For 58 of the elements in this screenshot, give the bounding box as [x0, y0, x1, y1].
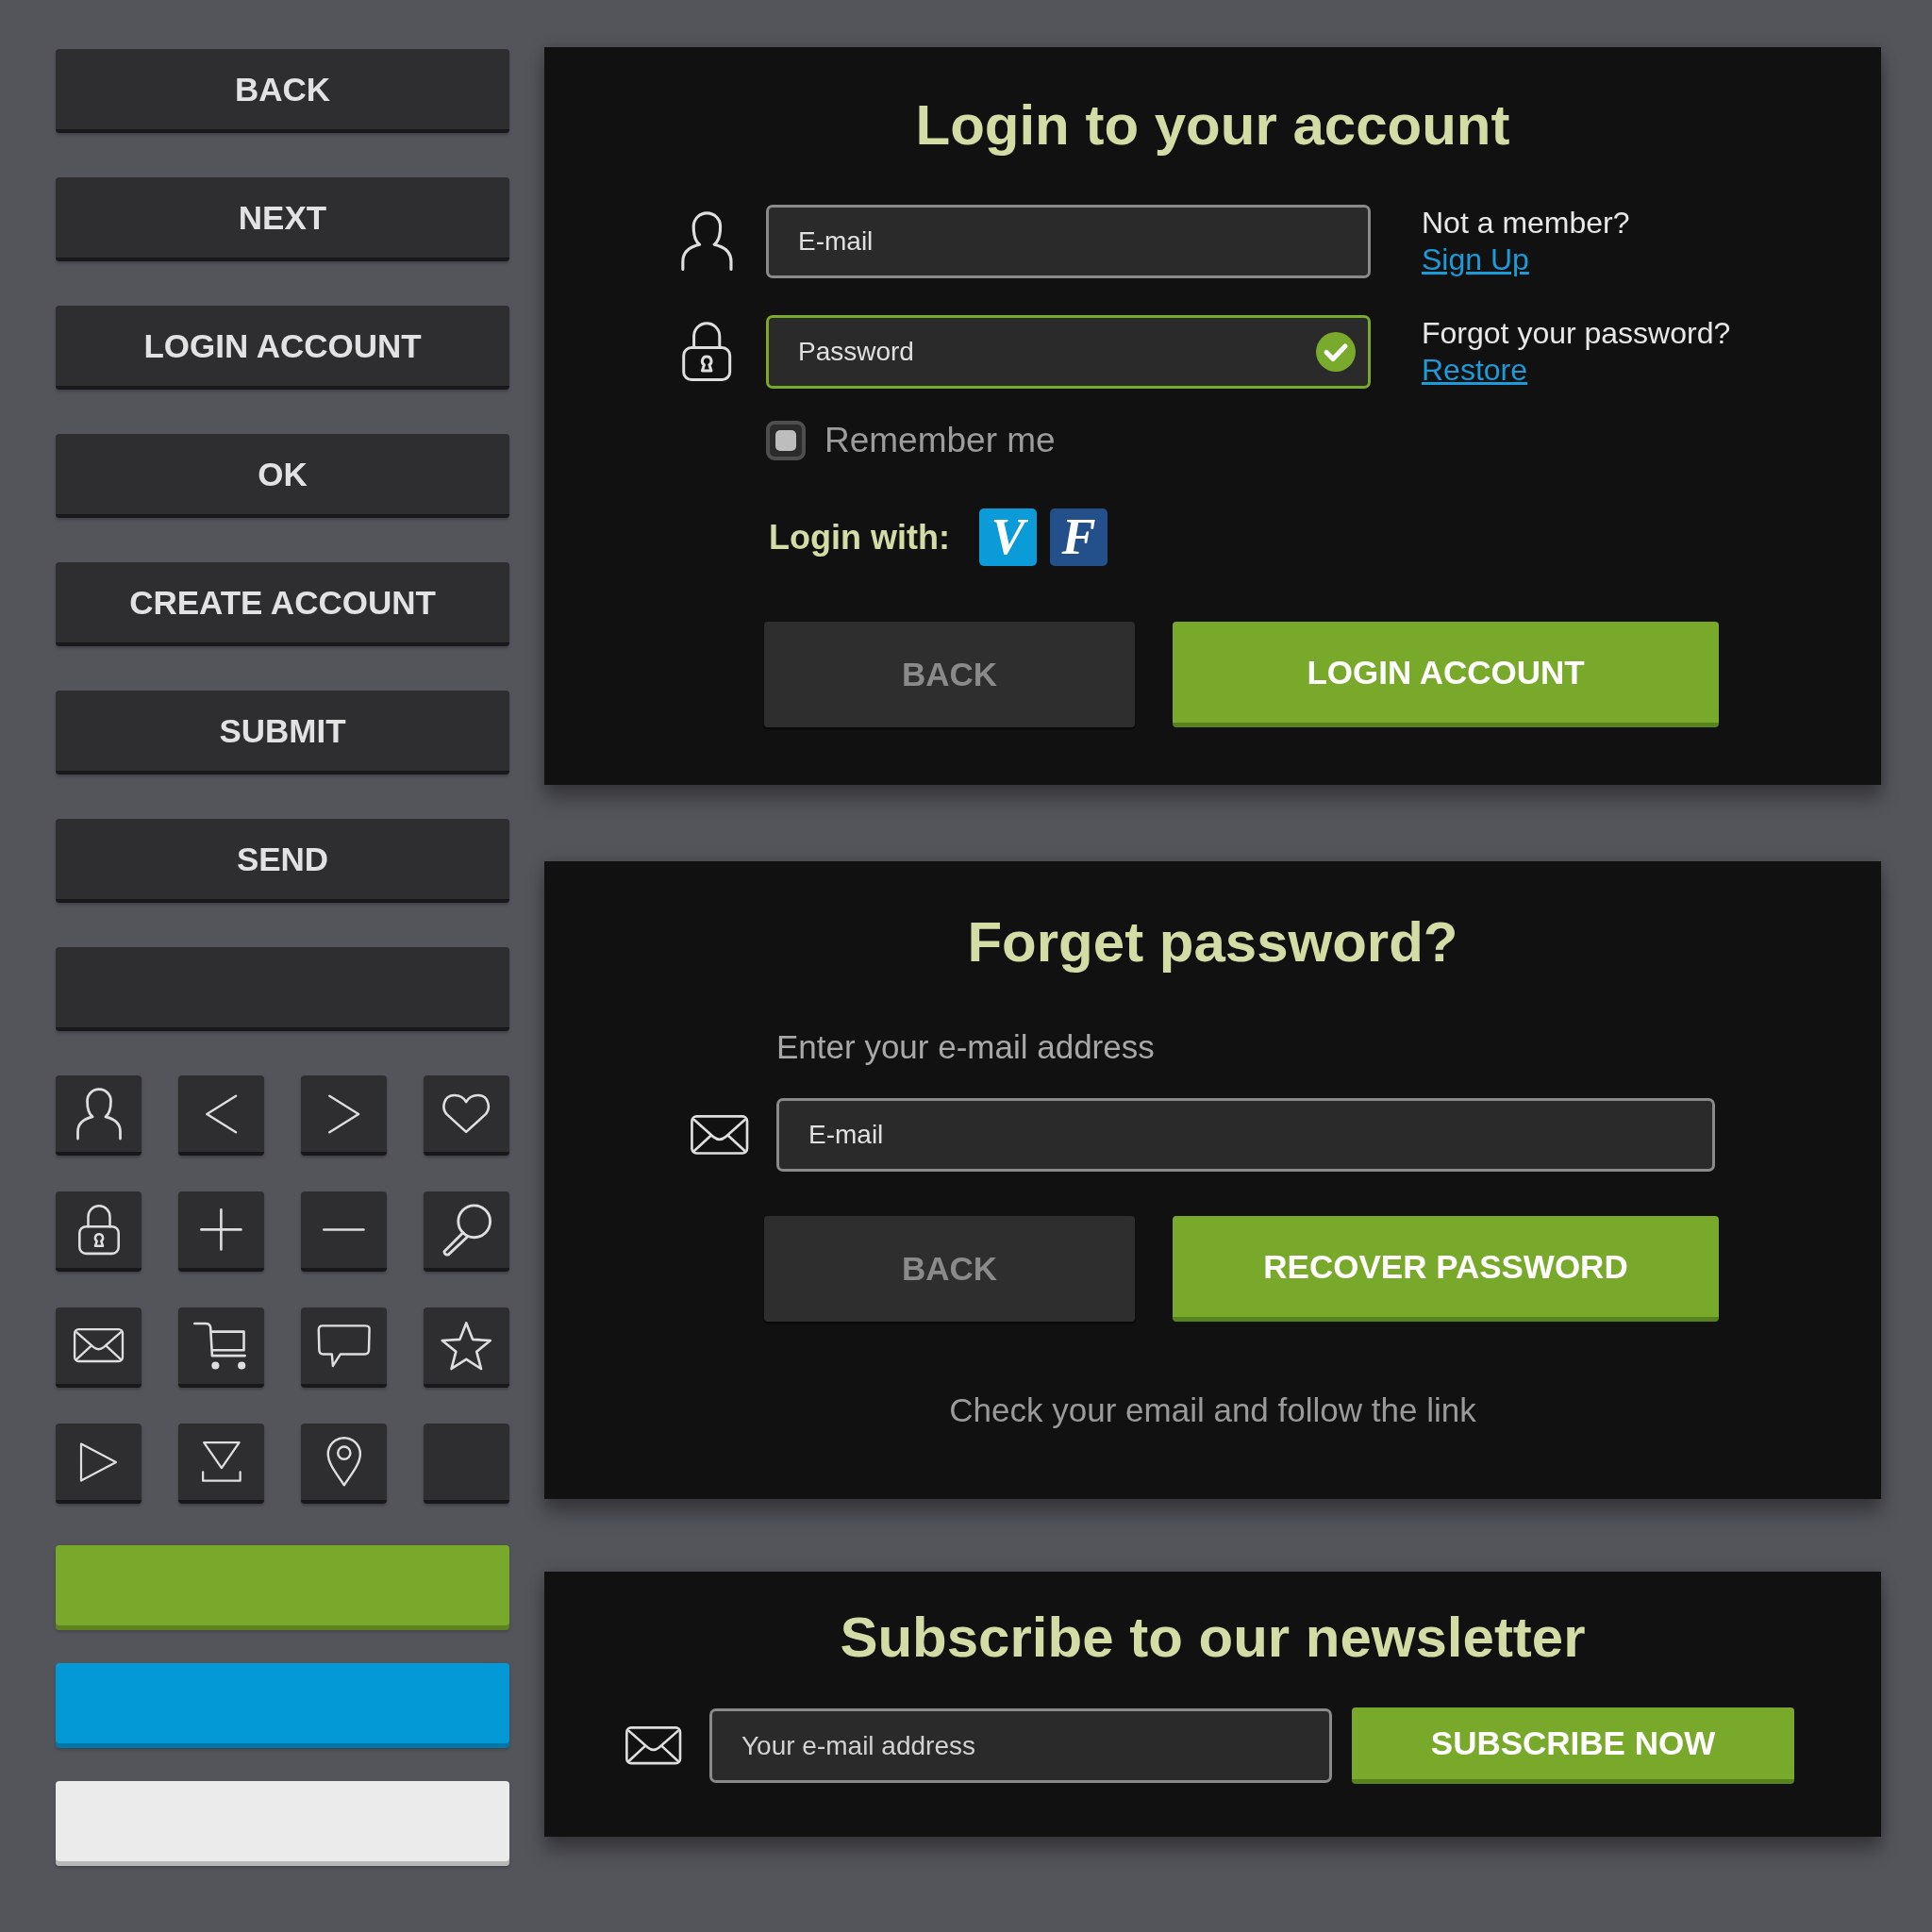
icon-button[interactable] [424, 1307, 509, 1388]
icon-button[interactable] [178, 1075, 264, 1156]
user-icon [75, 1086, 123, 1141]
social-login-button[interactable]: F [1049, 508, 1108, 566]
login-with-label: Login with: [769, 517, 950, 558]
lock-icon [681, 321, 733, 383]
icon-button[interactable] [301, 1424, 387, 1504]
panel-title: Login to your account [914, 92, 1511, 158]
panel-title: Forget password? [966, 909, 1459, 975]
icon-button[interactable] [424, 1191, 509, 1272]
chevron-left-icon [203, 1092, 240, 1135]
icon-button[interactable] [301, 1075, 387, 1156]
user-icon [680, 210, 734, 273]
email-field[interactable]: E-mail [766, 205, 1371, 278]
text-link[interactable]: Sign Up [1422, 242, 1529, 278]
mail-icon [690, 1114, 750, 1156]
side-button[interactable]: NEXT [56, 177, 509, 261]
password-field[interactable]: Password [766, 315, 1371, 389]
side-button[interactable]: CREATE ACCOUNT [56, 562, 509, 646]
panel-title: Subscribe to our newsletter [839, 1605, 1587, 1671]
lock-icon [76, 1203, 121, 1257]
download-icon [199, 1440, 243, 1484]
icon-button[interactable] [178, 1307, 264, 1388]
icon-button[interactable] [178, 1424, 264, 1504]
icon-button[interactable] [56, 1075, 142, 1156]
icon-button[interactable] [424, 1075, 509, 1156]
play-icon [78, 1441, 119, 1483]
icon-button[interactable] [56, 1307, 142, 1388]
secondary-button[interactable]: BACK [764, 1216, 1135, 1322]
icon-button[interactable] [301, 1307, 387, 1388]
side-button[interactable]: SEND [56, 819, 509, 903]
side-button[interactable]: LOGIN ACCOUNT [56, 306, 509, 390]
email-field[interactable]: E-mail [776, 1098, 1715, 1172]
star-icon [439, 1320, 494, 1372]
heart-icon [441, 1092, 492, 1135]
secondary-button[interactable]: BACK [764, 622, 1135, 727]
icon-button[interactable] [56, 1424, 142, 1504]
minus-icon [322, 1226, 366, 1233]
mail-icon [625, 1725, 683, 1766]
chevron-right-icon [325, 1092, 362, 1135]
side-button[interactable]: SUBMIT [56, 691, 509, 774]
remember-checkbox[interactable] [766, 421, 806, 460]
side-button[interactable]: BACK [56, 49, 509, 133]
mail-icon [72, 1327, 125, 1364]
email-field[interactable]: Your e-mail address [709, 1708, 1332, 1783]
chat-bubble-icon [315, 1322, 373, 1370]
icon-button[interactable] [56, 1191, 142, 1272]
note-text: Forgot your password? [1422, 315, 1731, 352]
side-button[interactable]: OK [56, 434, 509, 518]
check-icon [1316, 332, 1356, 372]
prompt-text: Enter your e-mail address [775, 1027, 1156, 1067]
icon-button[interactable] [178, 1191, 264, 1272]
text-link[interactable]: Restore [1422, 352, 1528, 389]
plus-icon [199, 1208, 243, 1252]
checkbox-label: Remember me [824, 421, 1056, 460]
location-pin-icon [325, 1436, 363, 1488]
note-text: Not a member? [1422, 205, 1630, 242]
hint-text: Check your email and follow the link [948, 1391, 1477, 1430]
